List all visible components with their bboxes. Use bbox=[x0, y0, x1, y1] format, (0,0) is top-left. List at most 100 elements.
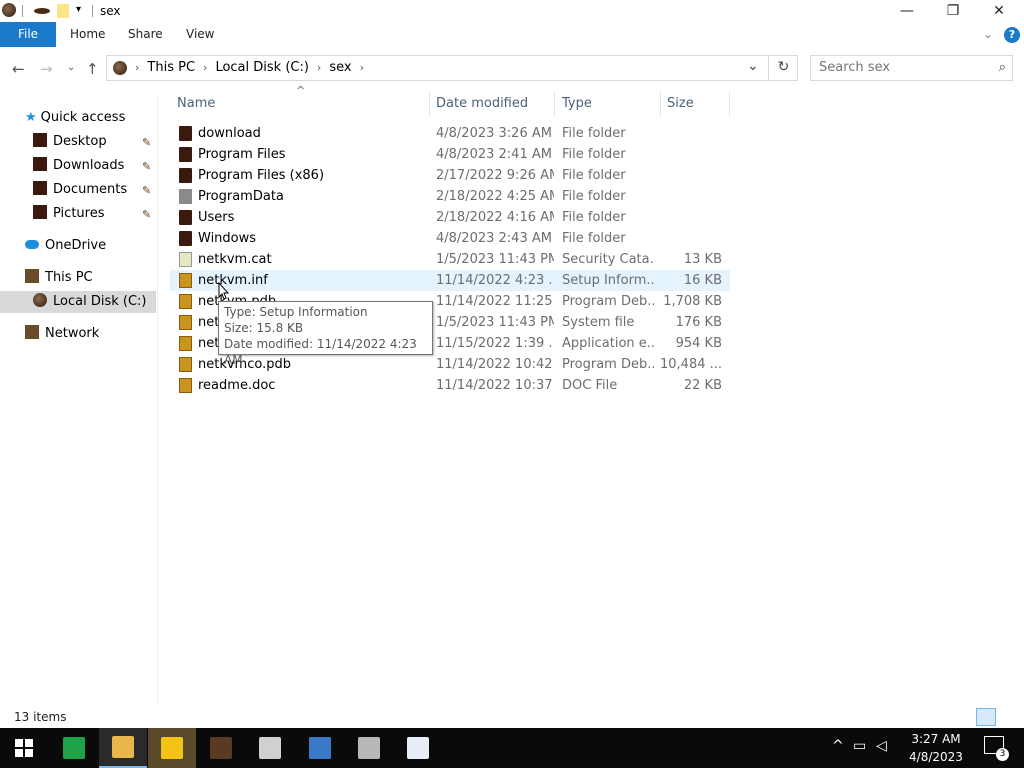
address-bar[interactable]: › This PC › Local Disk (C:) › sex › ⌄ bbox=[106, 55, 798, 81]
pin-icon[interactable]: ✎ bbox=[142, 136, 151, 149]
file-tooltip: Type: Setup Information Size: 15.8 KB Da… bbox=[218, 301, 433, 367]
volume-muted-icon[interactable]: ◁ bbox=[876, 738, 887, 754]
file-row[interactable]: Users 2/18/2022 4:16 AM File folder bbox=[170, 207, 730, 228]
taskbar: ^ ▭ ◁ 3:27 AM 4/8/2023 3 bbox=[0, 728, 1024, 768]
file-type: Setup Inform... bbox=[562, 273, 654, 288]
tab-file[interactable]: File bbox=[0, 22, 56, 47]
file-row[interactable]: Program Files (x86) 2/17/2022 9:26 AM File… bbox=[170, 165, 730, 186]
nav-this-pc[interactable]: This PC bbox=[25, 267, 93, 289]
quick-access-dropdown-icon[interactable]: ▾ bbox=[76, 4, 81, 20]
back-arrow-icon[interactable]: ← bbox=[12, 60, 25, 78]
recent-locations-chevron-icon[interactable]: ⌄ bbox=[67, 62, 75, 73]
drive-icon bbox=[113, 60, 127, 75]
clock[interactable]: 3:27 AM 4/8/2023 bbox=[896, 730, 976, 766]
taskbar-spreadsheet-app[interactable] bbox=[50, 728, 98, 768]
file-date-modified: 2/17/2022 9:26 AM bbox=[436, 168, 554, 183]
nav-quick-access[interactable]: ★ Quick access bbox=[25, 107, 125, 129]
nav-local-disk[interactable]: Local Disk (C:) bbox=[0, 291, 156, 313]
nav-pictures[interactable]: Pictures bbox=[33, 203, 104, 225]
start-button[interactable] bbox=[0, 728, 48, 768]
large-icons-view-icon[interactable] bbox=[999, 708, 1019, 726]
new-folder-icon[interactable] bbox=[57, 4, 69, 18]
taskbar-sticky-notes[interactable] bbox=[148, 728, 196, 768]
breadcrumb-this-pc[interactable]: This PC bbox=[147, 60, 195, 75]
address-dropdown-icon[interactable]: ⌄ bbox=[747, 58, 759, 74]
file-size: 22 KB bbox=[683, 378, 722, 393]
network-tray-icon[interactable]: ▭ bbox=[853, 738, 866, 754]
nav-downloads[interactable]: Downloads bbox=[33, 155, 124, 177]
breadcrumb-chevron-icon[interactable]: › bbox=[135, 61, 139, 74]
taskbar-app-6[interactable] bbox=[296, 728, 344, 768]
nav-onedrive[interactable]: OneDrive bbox=[25, 235, 106, 257]
file-type: Program Deb... bbox=[562, 357, 654, 372]
sticky-note-icon bbox=[161, 737, 183, 759]
details-view-icon[interactable] bbox=[976, 708, 996, 726]
expand-ribbon-button[interactable]: ⌄ bbox=[970, 22, 1006, 47]
tooltip-date: Date modified: 11/14/2022 4:23 AM bbox=[224, 337, 417, 367]
pin-icon[interactable]: ✎ bbox=[142, 208, 151, 221]
column-header-size[interactable]: Size bbox=[660, 92, 730, 116]
taskbar-app-4[interactable] bbox=[197, 728, 245, 768]
file-row[interactable]: readme.doc 11/14/2022 10:37... DOC File 22 … bbox=[170, 375, 730, 396]
folder-icon bbox=[179, 147, 192, 162]
file-row[interactable]: ProgramData 2/18/2022 4:25 AM File folder bbox=[170, 186, 730, 207]
nav-network[interactable]: Network bbox=[25, 323, 99, 345]
show-hidden-icons-chevron-icon[interactable]: ^ bbox=[832, 738, 844, 754]
file-row[interactable]: netkvm.inf 11/14/2022 4:23 ... Setup Infor… bbox=[170, 270, 730, 291]
downloads-folder-icon bbox=[33, 157, 47, 171]
taskbar-file-explorer[interactable] bbox=[99, 728, 147, 768]
column-header-type[interactable]: Type bbox=[555, 92, 661, 116]
file-name: Users bbox=[198, 210, 235, 225]
tab-share[interactable]: Share bbox=[115, 22, 176, 47]
close-button[interactable]: ✕ bbox=[976, 0, 1022, 22]
file-row[interactable]: Windows 4/8/2023 2:43 AM File folder bbox=[170, 228, 730, 249]
file-row[interactable]: download 4/8/2023 3:26 AM File folder bbox=[170, 123, 730, 144]
file-date-modified: 4/8/2023 2:43 AM bbox=[436, 231, 552, 246]
file-icon bbox=[179, 273, 192, 288]
clock-time: 3:27 AM bbox=[911, 732, 961, 746]
taskbar-app-8[interactable] bbox=[394, 728, 442, 768]
file-type: File folder bbox=[562, 210, 626, 225]
help-icon[interactable]: ? bbox=[1004, 27, 1020, 43]
app-icon[interactable] bbox=[2, 3, 16, 17]
title-separator bbox=[22, 5, 23, 17]
pin-icon[interactable]: ✎ bbox=[142, 160, 151, 173]
search-box[interactable]: ⌕ bbox=[810, 55, 1013, 81]
file-row[interactable]: Program Files 4/8/2023 2:41 AM File folder bbox=[170, 144, 730, 165]
tab-home[interactable]: Home bbox=[57, 22, 118, 47]
file-name: netkvm.inf bbox=[198, 273, 268, 288]
file-row[interactable]: netkvm.cat 1/5/2023 11:43 PM Security Cata… bbox=[170, 249, 730, 270]
forward-arrow-icon[interactable]: → bbox=[40, 60, 53, 78]
search-input[interactable] bbox=[819, 60, 989, 75]
pictures-folder-icon bbox=[33, 205, 47, 219]
breadcrumb-chevron-icon[interactable]: › bbox=[360, 61, 364, 74]
pin-icon[interactable]: ✎ bbox=[142, 184, 151, 197]
refresh-button[interactable]: ↻ bbox=[768, 55, 798, 81]
taskbar-app-5[interactable] bbox=[246, 728, 294, 768]
file-type: File folder bbox=[562, 126, 626, 141]
file-size: 954 KB bbox=[675, 336, 722, 351]
nav-documents[interactable]: Documents bbox=[33, 179, 127, 201]
file-name: Windows bbox=[198, 231, 257, 246]
navigation-pane: ★ Quick access Desktop ✎ Downloads ✎ Docu… bbox=[0, 96, 158, 704]
breadcrumb-chevron-icon[interactable]: › bbox=[203, 61, 207, 74]
breadcrumb-chevron-icon[interactable]: › bbox=[317, 61, 321, 74]
column-header-date[interactable]: Date modified bbox=[429, 92, 555, 116]
minimize-button[interactable]: — bbox=[884, 0, 930, 22]
properties-icon[interactable] bbox=[34, 8, 50, 14]
taskbar-app-7[interactable] bbox=[345, 728, 393, 768]
file-name: netkvm.cat bbox=[198, 252, 272, 267]
file-date-modified: 4/8/2023 3:26 AM bbox=[436, 126, 552, 141]
notification-count: 3 bbox=[996, 748, 1009, 761]
file-type: DOC File bbox=[562, 378, 618, 393]
up-arrow-icon[interactable]: ↑ bbox=[86, 60, 99, 78]
nav-desktop[interactable]: Desktop bbox=[33, 131, 107, 153]
breadcrumb-local-disk[interactable]: Local Disk (C:) bbox=[215, 60, 308, 75]
breadcrumb-sex[interactable]: sex bbox=[329, 60, 351, 75]
column-header-name[interactable]: Name bbox=[170, 92, 430, 116]
file-date-modified: 2/18/2022 4:25 AM bbox=[436, 189, 554, 204]
search-icon[interactable]: ⌕ bbox=[999, 60, 1006, 75]
network-icon bbox=[25, 325, 39, 339]
maximize-button[interactable]: ❐ bbox=[930, 0, 976, 22]
tab-view[interactable]: View bbox=[173, 22, 227, 47]
